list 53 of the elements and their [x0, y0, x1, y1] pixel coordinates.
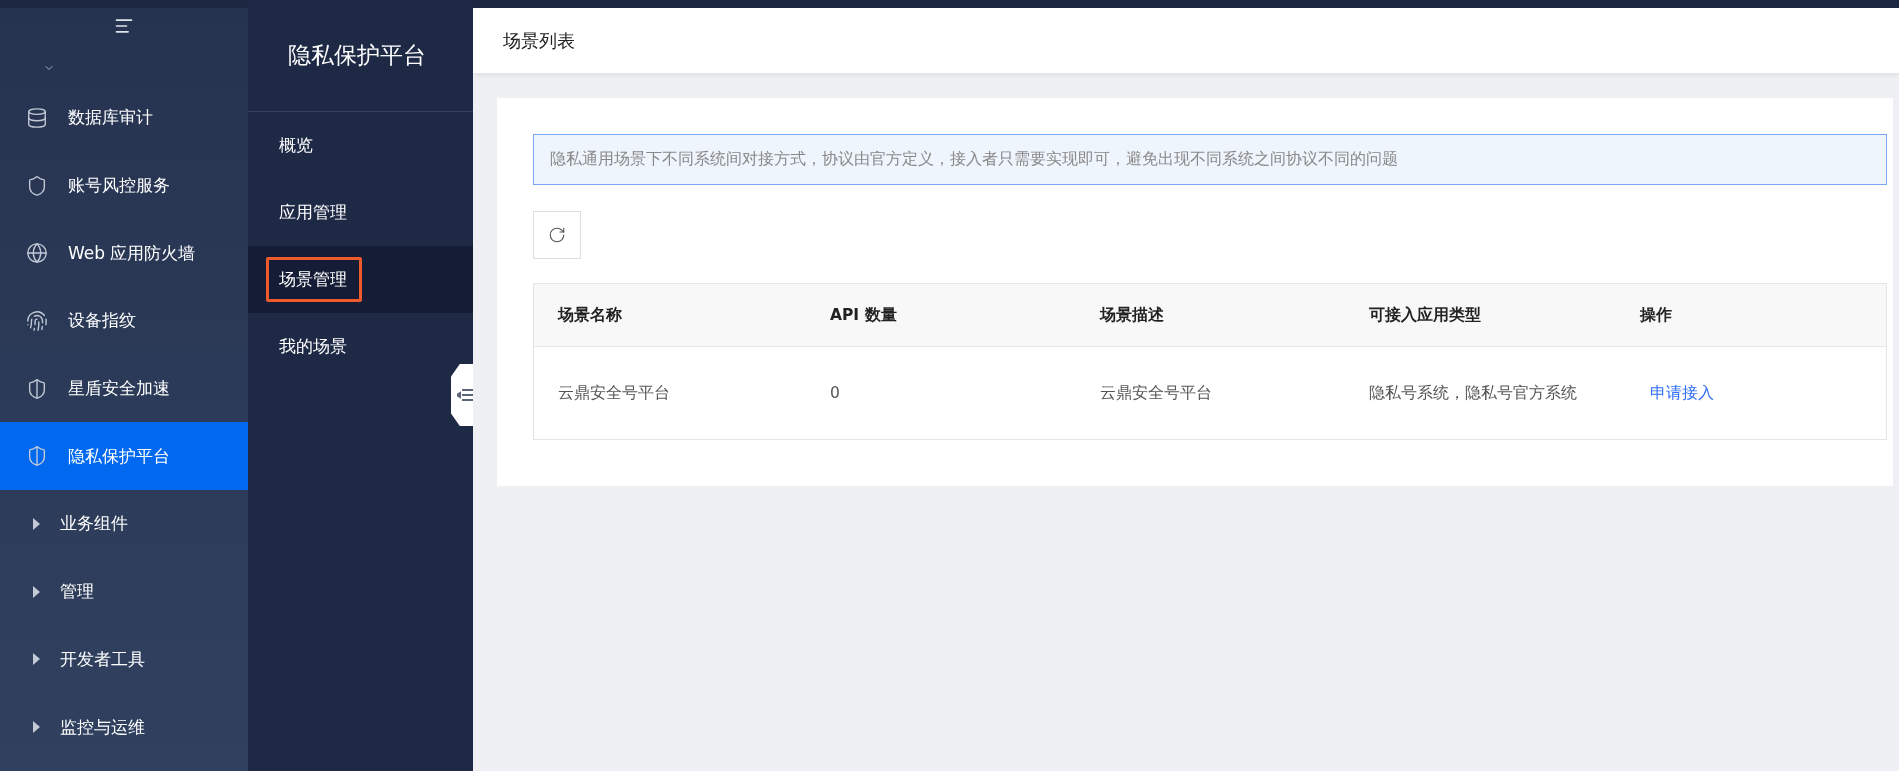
table-cell-text: 云鼎安全号平台	[558, 383, 671, 404]
shield-icon	[26, 174, 48, 197]
sub-menu-item[interactable]: 我的场景	[248, 313, 473, 380]
column-header: 操作	[1640, 305, 1673, 326]
caret-icon	[33, 721, 40, 734]
sub-menu-label: 场景管理	[266, 257, 362, 302]
table-cell-text: 0	[830, 383, 841, 404]
sub-menu-label: 概览	[278, 134, 314, 157]
column-header: 场景名称	[558, 305, 623, 326]
page-title: 场景列表	[473, 8, 1899, 73]
sidebar-item-label: 隐私保护平台	[68, 444, 170, 468]
table-cell-text: 云鼎安全号平台	[1100, 383, 1213, 404]
sidebar-item-label: 设备指纹	[68, 309, 136, 333]
sub-menu-item[interactable]: 概览	[248, 112, 473, 179]
sidebar-item[interactable]: 设备指纹	[0, 287, 248, 355]
caret-icon	[33, 585, 40, 598]
shield-icon	[26, 445, 48, 468]
sidebar-item-label: 监控与运维	[60, 715, 145, 739]
sidebar-item[interactable]: 数据库审计	[0, 84, 248, 152]
sidebar-item[interactable]: 监控与运维	[0, 693, 248, 761]
sidebar-item[interactable]: 管理	[0, 557, 248, 626]
sidebar-item[interactable]: 开发者工具	[0, 625, 248, 694]
refresh-icon	[548, 226, 566, 244]
apply-link[interactable]: 申请接入	[1640, 383, 1714, 402]
sidebar-item-label: 管理	[60, 580, 94, 604]
sub-menu-item[interactable]: 应用管理	[248, 179, 473, 246]
sidebar-item-label: 开发者工具	[60, 647, 145, 671]
sidebar-item[interactable]: Web 应用防火墙	[0, 219, 248, 288]
sidebar-item-label: 星盾安全加速	[68, 377, 170, 401]
caret-icon	[33, 517, 40, 530]
shield-icon	[26, 377, 48, 400]
collapse-handle[interactable]	[451, 364, 473, 426]
sidebar-item-label: 账号风控服务	[68, 174, 170, 198]
sidebar-item[interactable]: 星盾安全加速	[0, 354, 248, 423]
sub-menu-label: 应用管理	[278, 201, 348, 224]
sidebar-item[interactable]: 业务组件	[0, 490, 248, 558]
column-header: API 数量	[830, 305, 898, 326]
sidebar-item-label: 数据库审计	[68, 106, 153, 130]
fingerprint-icon	[26, 309, 48, 332]
table-cell-text: 隐私号系统，隐私号官方系统	[1369, 383, 1578, 404]
database-icon	[26, 106, 48, 129]
sub-menu-item[interactable]: 场景管理	[248, 246, 473, 313]
caret-icon	[33, 653, 40, 666]
globe-icon	[26, 242, 48, 265]
sidebar-item-label: Web 应用防火墙	[68, 241, 196, 265]
menu-icon[interactable]	[114, 16, 134, 36]
sidebar-item[interactable]: 账号风控服务	[0, 151, 248, 220]
sub-menu-label: 我的场景	[278, 335, 348, 358]
info-notice: 隐私通用场景下不同系统间对接方式，协议由官方定义，接入者只需要实现即可，避免出现不同系统之间协议不同的问题	[533, 134, 1887, 185]
sidebar-item-label: 业务组件	[60, 512, 128, 536]
column-header: 可接入应用类型	[1369, 305, 1482, 326]
column-header: 场景描述	[1100, 305, 1165, 326]
sidebar-item[interactable]: 隐私保护平台	[0, 422, 248, 491]
